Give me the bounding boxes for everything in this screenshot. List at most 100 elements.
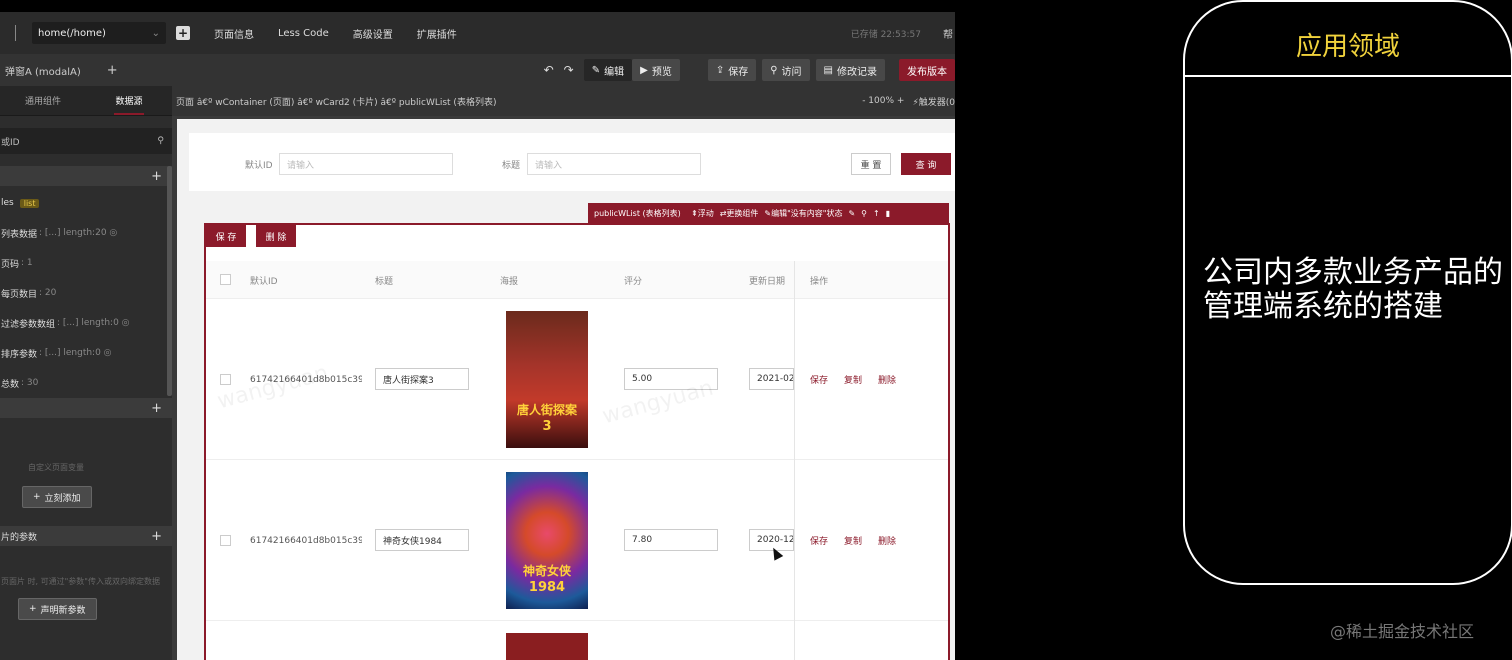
app-screenshot: home(/home) ⌄ + 页面信息 Less Code 高级设置 扩展插件 … bbox=[0, 0, 955, 660]
add-now-button[interactable]: + 立刻添加 bbox=[22, 486, 92, 508]
menu-plugins[interactable]: 扩展插件 bbox=[417, 26, 457, 41]
title-label: 标题 bbox=[502, 161, 521, 171]
params-title: 片的参数 bbox=[1, 532, 38, 543]
variable-name: 总数 bbox=[1, 379, 20, 390]
table-delete-button[interactable]: 删 除 bbox=[256, 225, 296, 247]
add-page-button[interactable]: + bbox=[176, 26, 190, 40]
variable-name: 排序参数 bbox=[1, 349, 38, 360]
tab-common-components[interactable]: 通用组件 bbox=[0, 86, 86, 115]
params-hint: 页面片 时, 可通过"参数"传入或双向绑定数据 bbox=[1, 577, 160, 586]
component-name-chip[interactable]: publicWList (表格列表) bbox=[588, 203, 687, 223]
menubar: home(/home) ⌄ + 页面信息 Less Code 高级设置 扩展插件 … bbox=[0, 12, 955, 54]
zoom-icon[interactable]: ⚲ bbox=[861, 209, 867, 218]
col-title[interactable]: 标题 bbox=[375, 274, 393, 287]
params-section-header: 片的参数 + bbox=[0, 526, 172, 546]
query-button[interactable]: 查 询 bbox=[901, 153, 951, 175]
id-input[interactable]: 请输入 bbox=[279, 153, 453, 175]
sidebar-scrollbar[interactable] bbox=[167, 166, 172, 396]
col-rating[interactable]: 评分 bbox=[624, 274, 642, 287]
search-icon: ⚲ bbox=[157, 136, 164, 146]
menu-less-code[interactable]: Less Code bbox=[278, 28, 329, 39]
row-save-link[interactable]: 保存 bbox=[810, 373, 828, 386]
row-checkbox[interactable] bbox=[220, 535, 231, 546]
float-action[interactable]: ⇞浮动 bbox=[691, 208, 714, 219]
title-input[interactable]: 神奇女侠1984 bbox=[375, 529, 469, 551]
rating-input[interactable]: 7.80 bbox=[624, 529, 718, 551]
add-param-icon[interactable]: + bbox=[151, 529, 162, 544]
move-up-icon[interactable]: ↑ bbox=[873, 209, 880, 218]
reset-button[interactable]: 重 置 bbox=[851, 153, 891, 175]
sidebar-tabs: 通用组件 数据源 bbox=[0, 86, 172, 116]
poster-image-partial bbox=[506, 633, 588, 660]
variable-item[interactable]: 总数: 30 bbox=[0, 368, 172, 398]
variable-meta: : 30 bbox=[21, 378, 39, 388]
variable-item[interactable]: 页码: 1 bbox=[0, 248, 172, 278]
row-delete-link[interactable]: 删除 bbox=[878, 534, 896, 547]
variable-meta: : 20 bbox=[39, 288, 57, 298]
variable-name: 每页数目 bbox=[1, 289, 38, 300]
declare-param-button[interactable]: + 声明新参数 bbox=[18, 598, 97, 620]
edit-button[interactable]: ✎ 编辑 bbox=[583, 59, 633, 81]
trash-icon[interactable]: ▮ bbox=[886, 209, 890, 218]
save-button[interactable]: ⇪ 保存 bbox=[707, 59, 757, 81]
row-id: 61742166401d8b015c393 bbox=[250, 536, 362, 546]
top-strip bbox=[0, 0, 955, 12]
poster-title: 唐人街探案 bbox=[516, 403, 577, 417]
row-delete-link[interactable]: 删除 bbox=[878, 373, 896, 386]
variable-item[interactable]: les list bbox=[0, 188, 172, 218]
edit-icon[interactable]: ✎ bbox=[848, 209, 855, 218]
menu-page-info[interactable]: 页面信息 bbox=[214, 26, 254, 41]
visit-button[interactable]: ⚲ 访问 bbox=[762, 59, 810, 81]
trigger-button[interactable]: ⚡触发器(0 bbox=[912, 95, 955, 108]
plus-icon: + bbox=[33, 492, 41, 502]
variable-item[interactable]: 排序参数: [...] length:0 ◎ bbox=[0, 338, 172, 368]
replace-action[interactable]: ⇄更换组件 bbox=[720, 208, 759, 219]
history-button[interactable]: ▤ 修改记录 bbox=[815, 59, 885, 81]
variable-item[interactable]: 过滤参数数组: [...] length:0 ◎ bbox=[0, 308, 172, 338]
preview-button[interactable]: ▶ 预览 bbox=[632, 59, 680, 81]
chevron-down-icon: ⌄ bbox=[151, 27, 160, 39]
add-variable-icon[interactable]: + bbox=[151, 169, 162, 184]
link-icon: ⚲ bbox=[770, 64, 778, 76]
col-poster[interactable]: 海报 bbox=[500, 274, 518, 287]
zoom-control[interactable]: - 100% + bbox=[862, 96, 904, 106]
card-body: 公司内多款业务产品的管理端系统的搭建 bbox=[1203, 255, 1503, 324]
search-text: 或ID bbox=[1, 137, 20, 148]
edit-empty-action[interactable]: ✎编辑"没有内容"状态 bbox=[764, 208, 842, 219]
breadcrumb[interactable]: 页面 â€º wContainer (页面) â€º wCard2 (卡片) â… bbox=[176, 95, 496, 108]
tab-datasource[interactable]: 数据源 bbox=[86, 86, 172, 115]
menu-advanced[interactable]: 高级设置 bbox=[353, 26, 393, 41]
variable-meta: : [...] length:20 ◎ bbox=[39, 228, 118, 238]
tab-modal-a[interactable]: 弹窗A (modalA) bbox=[5, 63, 81, 78]
title-input[interactable]: 唐人街探案3 bbox=[375, 368, 469, 390]
table-save-button[interactable]: 保 存 bbox=[206, 225, 246, 247]
date-input[interactable]: 2021-02 bbox=[749, 368, 794, 390]
custom-empty-area: 自定义页面变量 + 立刻添加 bbox=[0, 418, 172, 508]
row-save-link[interactable]: 保存 bbox=[810, 534, 828, 547]
toolbar: 弹窗A (modalA) + ↶ ↷ ✎ 编辑 ▶ 预览 ⇪ 保存 ⚲ 访问 ▤ 修改记录… bbox=[0, 54, 955, 86]
col-id[interactable]: 默认ID bbox=[250, 274, 278, 287]
variable-item[interactable]: 列表数据: [...] length:20 ◎ bbox=[0, 218, 172, 248]
row-copy-link[interactable]: 复制 bbox=[844, 534, 862, 547]
sidebar-search[interactable]: 或ID ⚲ bbox=[0, 128, 172, 154]
variable-item[interactable]: 每页数目: 20 bbox=[0, 278, 172, 308]
col-date[interactable]: 更新日期 bbox=[749, 274, 785, 287]
add-custom-icon[interactable]: + bbox=[151, 401, 162, 416]
row-checkbox[interactable] bbox=[220, 374, 231, 385]
select-all-checkbox[interactable] bbox=[220, 274, 231, 285]
application-domain-card: 应用领域 公司内多款业务产品的管理端系统的搭建 bbox=[1183, 0, 1512, 585]
undo-icon[interactable]: ↶ bbox=[544, 63, 554, 77]
poster-number: 3 bbox=[542, 419, 552, 434]
menu-help[interactable]: 帮 bbox=[943, 26, 953, 41]
publish-button[interactable]: 发布版本 bbox=[899, 59, 955, 81]
title-input[interactable]: 请输入 bbox=[527, 153, 701, 175]
save-label: 保存 bbox=[728, 66, 749, 78]
row-copy-link[interactable]: 复制 bbox=[844, 373, 862, 386]
route-select[interactable]: home(/home) ⌄ bbox=[32, 22, 166, 44]
variable-meta: : [...] length:0 ◎ bbox=[39, 348, 112, 358]
add-tab-button[interactable]: + bbox=[107, 63, 118, 78]
variable-name: 过滤参数数组 bbox=[1, 319, 56, 330]
redo-icon[interactable]: ↷ bbox=[564, 63, 574, 77]
route-value: home(/home) bbox=[38, 27, 106, 39]
poster-title: 神奇女侠 bbox=[522, 564, 571, 578]
